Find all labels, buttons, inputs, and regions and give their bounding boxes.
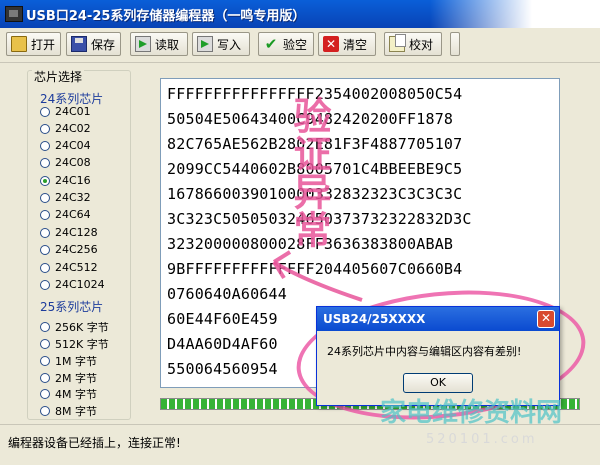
radio-label: 24C08 (55, 156, 91, 169)
radio-label: 24C32 (55, 191, 91, 204)
radio-1m[interactable]: 1M 字节 (40, 353, 97, 368)
hex-line: D4AA60D4AF60 (167, 335, 278, 353)
radio-dot (40, 372, 50, 383)
annotation-arrow-icon (272, 250, 363, 302)
save-label: 保存 (91, 37, 116, 52)
message-dialog: USB24/25XXXX ✕ 24系列芯片中内容与编辑区内容有差别! OK (316, 306, 560, 406)
watermark-url: 520101.com (426, 432, 538, 447)
radio-24c64[interactable]: 24C64 (40, 207, 91, 222)
radio-512k[interactable]: 512K 字节 (40, 336, 109, 351)
hex-line: 550064560954 (167, 360, 278, 378)
verify-label: 校对 (409, 37, 434, 52)
radio-dot (40, 106, 50, 117)
radio-24c16[interactable]: 24C16 (40, 173, 91, 188)
app-chip-icon (5, 6, 23, 22)
radio-label: 24C01 (55, 105, 91, 118)
radio-24c04[interactable]: 24C04 (40, 138, 91, 153)
dialog-title: USB24/25XXXX (323, 312, 426, 326)
radio-24c02[interactable]: 24C02 (40, 121, 91, 136)
dialog-message: 24系列芯片中内容与编辑区内容有差别! (327, 345, 522, 358)
radio-label: 24C512 (55, 261, 98, 274)
radio-24c128[interactable]: 24C128 (40, 225, 98, 240)
read-button[interactable]: 读取 (130, 32, 188, 56)
blank-check-button[interactable]: ✔ 验空 (258, 32, 314, 56)
folder-icon (11, 36, 27, 52)
radio-256k[interactable]: 256K 字节 (40, 319, 109, 334)
radio-dot (40, 405, 50, 416)
radio-label: 24C16 (55, 174, 91, 187)
write-button[interactable]: 写入 (192, 32, 250, 56)
radio-24c512[interactable]: 24C512 (40, 260, 98, 275)
title-bar: USB口24-25系列存储器编程器（一鸣专用版） (0, 0, 600, 28)
radio-label: 24C64 (55, 208, 91, 221)
radio-8m[interactable]: 8M 字节 (40, 403, 97, 418)
radio-dot (40, 157, 50, 168)
radio-dot (40, 140, 50, 151)
title-bar-fade (430, 0, 600, 28)
radio-24c01[interactable]: 24C01 (40, 104, 91, 119)
chip-select-legend: 芯片选择 (32, 68, 85, 85)
open-button[interactable]: 打开 (6, 32, 61, 56)
radio-label: 2M 字节 (55, 371, 97, 385)
radio-dot (40, 321, 50, 332)
radio-label: 24C02 (55, 122, 91, 135)
compare-icon (389, 34, 406, 52)
open-label: 打开 (31, 37, 56, 52)
radio-label: 1M 字节 (55, 354, 97, 368)
save-button[interactable]: 保存 (66, 32, 121, 56)
dialog-titlebar: USB24/25XXXX ✕ (317, 307, 559, 331)
erase-button[interactable]: ✕ 清空 (318, 32, 376, 56)
disk-icon (71, 36, 87, 52)
radio-dot (40, 209, 50, 220)
radio-label: 24C04 (55, 139, 91, 152)
watermark-logo: 家电维修资料网 (380, 398, 563, 428)
radio-24c08[interactable]: 24C08 (40, 155, 91, 170)
radio-dot (40, 355, 50, 366)
radio-dot-selected (40, 175, 50, 186)
verify-button[interactable]: 校对 (384, 32, 442, 56)
radio-24c32[interactable]: 24C32 (40, 190, 91, 205)
hex-line: 60E44F60E459 (167, 310, 278, 328)
radio-dot (40, 192, 50, 203)
ok-button[interactable]: OK (403, 373, 473, 393)
write-icon (197, 36, 213, 52)
radio-dot (40, 227, 50, 238)
toolbar: 打开 保存 读取 写入 ✔ 验空 ✕ 清空 校对 (0, 28, 600, 63)
read-label: 读取 (155, 37, 180, 52)
erase-label: 清空 (343, 37, 368, 52)
read-icon (135, 36, 151, 52)
clear-icon: ✕ (323, 36, 339, 52)
radio-label: 512K 字节 (55, 337, 109, 351)
radio-label: 8M 字节 (55, 404, 97, 418)
write-label: 写入 (217, 37, 242, 52)
radio-dot (40, 123, 50, 134)
window-title: USB口24-25系列存储器编程器（一鸣专用版） (26, 9, 306, 24)
radio-label: 24C128 (55, 226, 98, 239)
radio-dot (40, 262, 50, 273)
status-text: 编程器设备已经插上，连接正常! (8, 436, 181, 450)
radio-2m[interactable]: 2M 字节 (40, 370, 97, 385)
radio-24c1024[interactable]: 24C1024 (40, 277, 105, 292)
radio-label: 4M 字节 (55, 387, 97, 401)
blank-check-label: 验空 (283, 37, 308, 52)
series25-heading: 25系列芯片 (40, 300, 104, 314)
radio-label: 24C1024 (55, 278, 105, 291)
radio-dot (40, 338, 50, 349)
radio-label: 256K 字节 (55, 320, 109, 334)
radio-dot (40, 244, 50, 255)
radio-dot (40, 388, 50, 399)
radio-4m[interactable]: 4M 字节 (40, 386, 97, 401)
check-icon: ✔ (264, 35, 278, 53)
close-icon[interactable]: ✕ (537, 310, 555, 328)
radio-24c256[interactable]: 24C256 (40, 242, 98, 257)
radio-dot (40, 279, 50, 290)
radio-label: 24C256 (55, 243, 98, 256)
more-button[interactable] (450, 32, 460, 56)
